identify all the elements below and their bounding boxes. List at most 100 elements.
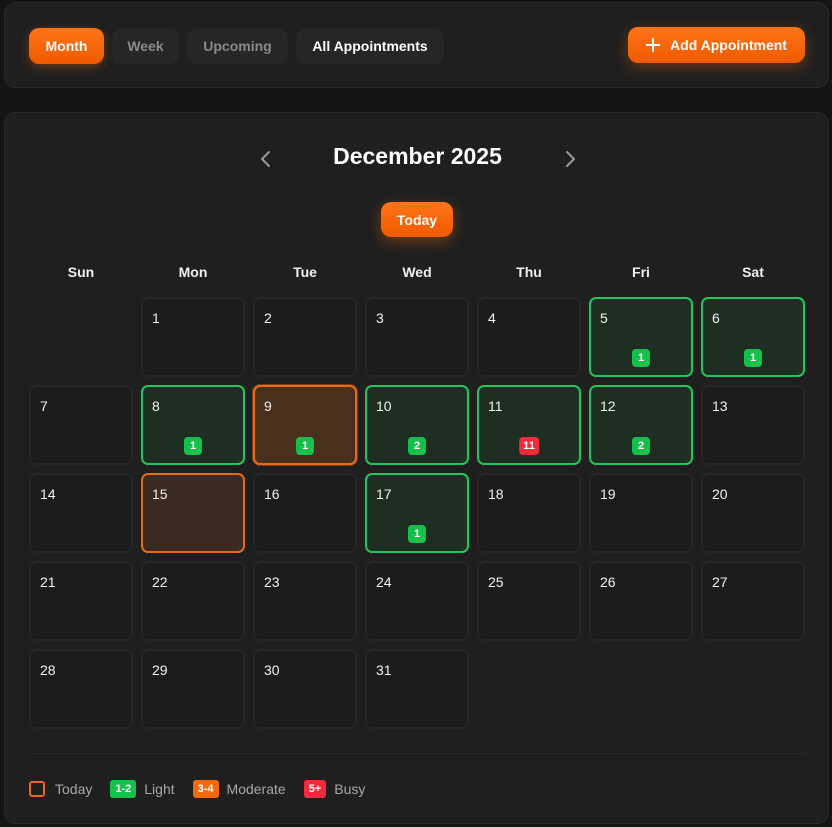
day-cell-10[interactable]: 10 2 bbox=[365, 385, 469, 465]
day-number: 27 bbox=[712, 574, 728, 590]
tab-all-appointments[interactable]: All Appointments bbox=[296, 28, 444, 64]
day-number: 10 bbox=[376, 398, 392, 414]
day-number: 3 bbox=[376, 310, 384, 326]
legend-busy-label: Busy bbox=[334, 781, 366, 797]
weekday-mon: Mon bbox=[178, 264, 208, 280]
day-cell-22[interactable]: 22 bbox=[141, 561, 245, 641]
weekday-sun: Sun bbox=[67, 264, 95, 280]
day-cell-9[interactable]: 91 bbox=[253, 385, 357, 465]
add-appointment-button[interactable]: Add Appointment bbox=[628, 27, 805, 63]
day-cell-2[interactable]: 2 bbox=[253, 297, 357, 377]
day-number: 23 bbox=[264, 574, 280, 590]
day-cell-14[interactable]: 14 bbox=[29, 473, 133, 553]
day-number: 26 bbox=[600, 574, 616, 590]
appointment-count-badge: 2 bbox=[408, 437, 426, 455]
day-number: 22 bbox=[152, 574, 168, 590]
appointment-count-badge: 1 bbox=[184, 437, 202, 455]
day-cell-26[interactable]: 26 bbox=[589, 561, 693, 641]
month-title: December 2025 bbox=[333, 143, 502, 169]
day-number: 14 bbox=[40, 486, 56, 502]
day-cell-3[interactable]: 3 bbox=[365, 297, 469, 377]
day-cell-8[interactable]: 81 bbox=[141, 385, 245, 465]
tab-upcoming[interactable]: Upcoming bbox=[187, 28, 288, 64]
day-cell-16[interactable]: 16 bbox=[253, 473, 357, 553]
legend-busy-chip: 5+ bbox=[303, 780, 327, 798]
day-cell-15[interactable]: 15 bbox=[141, 473, 245, 553]
day-cell-27[interactable]: 27 bbox=[701, 561, 805, 641]
day-cell-30[interactable]: 30 bbox=[253, 649, 357, 729]
day-number: 5 bbox=[600, 310, 608, 326]
plus-icon bbox=[646, 38, 661, 52]
appointment-count-badge: 1 bbox=[744, 349, 762, 367]
day-number: 21 bbox=[40, 574, 56, 590]
weekday-tue: Tue bbox=[293, 264, 317, 280]
appointment-count-badge: 2 bbox=[632, 437, 650, 455]
day-number: 28 bbox=[40, 662, 56, 678]
day-cell-25[interactable]: 25 bbox=[477, 561, 581, 641]
day-number: 2 bbox=[264, 310, 272, 326]
legend-moderate-chip: 3-4 bbox=[192, 780, 219, 798]
add-appointment-label: Add Appointment bbox=[670, 37, 787, 53]
legend-today-swatch bbox=[29, 781, 45, 797]
day-number: 18 bbox=[488, 486, 504, 502]
calendar-panel: December 2025 Today Sun Mon Tue Wed Thu Fri Sa… bbox=[4, 112, 829, 824]
day-number: 16 bbox=[264, 486, 280, 502]
weekday-wed: Wed bbox=[402, 264, 432, 280]
day-cell-5[interactable]: 51 bbox=[589, 297, 693, 377]
legend-light-chip: 1-2 bbox=[110, 780, 137, 798]
day-number: 31 bbox=[376, 662, 392, 678]
tab-week[interactable]: Week bbox=[112, 28, 179, 64]
day-number: 9 bbox=[264, 398, 272, 414]
day-cell-7[interactable]: 7 bbox=[29, 385, 133, 465]
day-number: 15 bbox=[152, 486, 168, 502]
day-cell-17[interactable]: 17 1 bbox=[365, 473, 469, 553]
day-cell-21[interactable]: 21 bbox=[29, 561, 133, 641]
day-number: 30 bbox=[264, 662, 280, 678]
day-number: 12 bbox=[600, 398, 616, 414]
day-number: 7 bbox=[40, 398, 48, 414]
view-toolbar: Month Week Upcoming All Appointments Add… bbox=[4, 2, 829, 88]
day-number: 25 bbox=[488, 574, 504, 590]
day-cell-23[interactable]: 23 bbox=[253, 561, 357, 641]
appointment-count-badge: 1 bbox=[632, 349, 650, 367]
day-number: 6 bbox=[712, 310, 720, 326]
legend-light-label: Light bbox=[144, 781, 175, 797]
day-cell-4[interactable]: 4 bbox=[477, 297, 581, 377]
day-number: 24 bbox=[376, 574, 392, 590]
weekday-fri: Fri bbox=[632, 264, 650, 280]
chevron-right-icon bbox=[566, 151, 575, 167]
legend-moderate-label: Moderate bbox=[226, 781, 286, 797]
day-number: 13 bbox=[712, 398, 728, 414]
day-number: 8 bbox=[152, 398, 160, 414]
day-cell-18[interactable]: 18 bbox=[477, 473, 581, 553]
day-number: 17 bbox=[376, 486, 392, 502]
day-cell-19[interactable]: 19 bbox=[589, 473, 693, 553]
day-number: 29 bbox=[152, 662, 168, 678]
legend: Today 1-2 Light 3-4 Moderate 5+ Busy bbox=[29, 779, 383, 799]
day-cell-31[interactable]: 31 bbox=[365, 649, 469, 729]
appointment-count-badge: 11 bbox=[519, 437, 539, 455]
day-number: 1 bbox=[152, 310, 160, 326]
legend-today-label: Today bbox=[55, 781, 93, 797]
day-number: 20 bbox=[712, 486, 728, 502]
tab-month[interactable]: Month bbox=[29, 28, 104, 64]
next-month-button[interactable] bbox=[558, 147, 582, 171]
day-cell-20[interactable]: 20 bbox=[701, 473, 805, 553]
appointment-count-badge: 1 bbox=[408, 525, 426, 543]
today-button[interactable]: Today bbox=[381, 202, 453, 237]
day-number: 19 bbox=[600, 486, 616, 502]
day-cell-24[interactable]: 24 bbox=[365, 561, 469, 641]
day-cell-1[interactable]: 1 bbox=[141, 297, 245, 377]
day-cell-11[interactable]: 11 11 bbox=[477, 385, 581, 465]
weekday-sat: Sat bbox=[742, 264, 764, 280]
day-cell-13[interactable]: 13 bbox=[701, 385, 805, 465]
day-cell-12[interactable]: 12 2 bbox=[589, 385, 693, 465]
day-cell-29[interactable]: 29 bbox=[141, 649, 245, 729]
divider bbox=[29, 753, 805, 754]
weekday-thu: Thu bbox=[516, 264, 542, 280]
appointment-count-badge: 1 bbox=[296, 437, 314, 455]
day-number: 4 bbox=[488, 310, 496, 326]
day-cell-28[interactable]: 28 bbox=[29, 649, 133, 729]
day-cell-6[interactable]: 61 bbox=[701, 297, 805, 377]
day-number: 11 bbox=[488, 398, 503, 414]
